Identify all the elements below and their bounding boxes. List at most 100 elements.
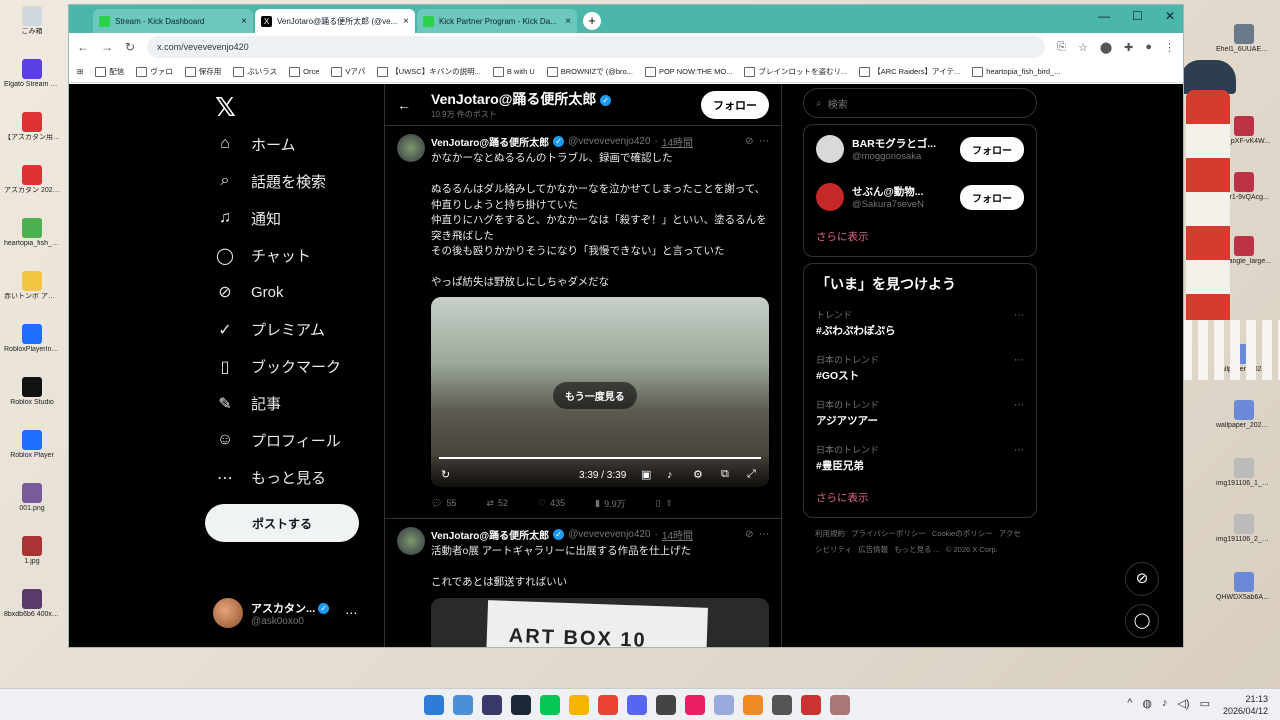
- trend-item[interactable]: 日本のトレンド #GOスト ⋯: [816, 347, 1024, 392]
- chevron-up-icon[interactable]: ^: [1127, 697, 1132, 710]
- footer-link[interactable]: プライバシーポリシー: [851, 529, 926, 538]
- nav-item[interactable]: ⌂ ホーム: [215, 134, 295, 155]
- x-logo-icon[interactable]: 𝕏: [215, 92, 236, 123]
- grok-icon[interactable]: ⊘ ⋯: [745, 529, 769, 540]
- fullscreen-icon[interactable]: ⤢: [747, 468, 756, 481]
- nav-item[interactable]: ⊘ Grok: [215, 282, 283, 302]
- desktop-icon[interactable]: Roblox Studio: [4, 377, 60, 407]
- taskbar-app-icon[interactable]: [598, 695, 618, 715]
- taskbar-app-icon[interactable]: [772, 695, 792, 715]
- avatar[interactable]: [816, 135, 844, 163]
- taskbar-app-icon[interactable]: [482, 695, 502, 715]
- captions-icon[interactable]: ▣: [641, 468, 651, 481]
- apps-icon[interactable]: ⊞: [77, 67, 83, 76]
- menu-icon[interactable]: ⋮: [1164, 41, 1175, 54]
- desktop-icon[interactable]: アスカタン 2024年12月ロ ギラバルム...: [4, 165, 60, 195]
- footer-link[interactable]: もっと見る ...: [894, 545, 940, 554]
- footer-link[interactable]: 利用規約: [815, 529, 845, 538]
- tab-kick-dashboard[interactable]: Stream - Kick Dashboard ×: [93, 9, 253, 33]
- tab-kick-partner[interactable]: Kick Partner Program - Kick Da... ×: [417, 9, 577, 33]
- bookmark-item[interactable]: 保存用: [185, 66, 222, 77]
- desktop-icon[interactable]: heartopia_fish_b...: [4, 218, 60, 248]
- desktop-icon[interactable]: 1.jpg: [4, 536, 60, 566]
- post-author[interactable]: VenJotaro@踊る便所太郎: [431, 527, 549, 542]
- trend-item[interactable]: トレンド #ぷわぷわぽぷら ⋯: [816, 302, 1024, 347]
- post[interactable]: VenJotaro@踊る便所太郎 ✓ @vevevevenjo420 · 14時…: [385, 519, 781, 647]
- like-button[interactable]: ♡ 435: [538, 497, 565, 510]
- trends-show-more[interactable]: さらに表示: [816, 482, 1024, 517]
- tab-x-profile[interactable]: X VenJotaro@踊る便所太郎 (@ve... ×: [255, 9, 415, 33]
- close-icon[interactable]: ×: [403, 16, 409, 27]
- search-input[interactable]: ⌕ 検索: [803, 88, 1037, 118]
- views-button[interactable]: ▮ 9.9万: [595, 497, 625, 510]
- taskbar-app-icon[interactable]: [656, 695, 676, 715]
- avatar[interactable]: [397, 526, 425, 555]
- post-author[interactable]: VenJotaro@踊る便所太郎: [431, 134, 549, 149]
- more-icon[interactable]: ⋯: [1014, 445, 1024, 456]
- settings-icon[interactable]: ⚙: [693, 468, 703, 481]
- follow-button[interactable]: フォロー: [701, 90, 769, 119]
- taskbar-app-icon[interactable]: [801, 695, 821, 715]
- bookmark-item[interactable]: 【ARC Raiders】アイテ...: [859, 66, 960, 77]
- extension-icon[interactable]: ⬤: [1100, 41, 1112, 54]
- more-icon[interactable]: ⋯: [1014, 400, 1024, 411]
- desktop-icon[interactable]: img191106_1_20...: [1216, 458, 1272, 488]
- taskbar-app-icon[interactable]: [830, 695, 850, 715]
- trend-item[interactable]: 日本のトレンド アジアツアー ⋯: [816, 392, 1024, 437]
- bookmark-item[interactable]: ぶいラス: [233, 66, 277, 77]
- account-switcher[interactable]: アスカタン... ✓ @ask0oxo0 ⋯: [213, 598, 357, 628]
- taskbar-app-icon[interactable]: [685, 695, 705, 715]
- install-icon[interactable]: ⎘: [1057, 41, 1066, 54]
- battery-icon[interactable]: ▭: [1200, 697, 1210, 710]
- reply-button[interactable]: 💬︎ 55: [431, 497, 456, 510]
- taskbar-app-icon[interactable]: [569, 695, 589, 715]
- more-icon[interactable]: ⋯: [1014, 355, 1024, 366]
- close-window-icon[interactable]: ✕: [1165, 9, 1175, 23]
- grok-fab[interactable]: ⊘: [1125, 562, 1159, 596]
- close-icon[interactable]: ×: [565, 16, 571, 27]
- follow-button[interactable]: フォロー: [960, 136, 1024, 162]
- desktop-icon[interactable]: Elgato Stream Deck: [4, 59, 60, 89]
- post[interactable]: VenJotaro@踊る便所太郎 ✓ @vevevevenjo420 · 14時…: [385, 126, 781, 519]
- taskbar-app-icon[interactable]: [453, 695, 473, 715]
- more-icon[interactable]: ⋯: [1014, 310, 1024, 321]
- maximize-icon[interactable]: ☐: [1132, 9, 1143, 23]
- back-icon[interactable]: ←: [77, 40, 89, 54]
- taskbar-app-icon[interactable]: [627, 695, 647, 715]
- follow-suggestion[interactable]: BARモグラとゴ... @moggoriosaka フォロー: [816, 125, 1024, 173]
- bookmark-item[interactable]: Orce: [289, 67, 319, 77]
- pip-icon[interactable]: ⧉: [721, 468, 729, 481]
- speaker-icon[interactable]: ◁): [1177, 697, 1189, 710]
- taskbar-app-icon[interactable]: [511, 695, 531, 715]
- forward-icon[interactable]: →: [101, 40, 113, 54]
- bookmark-item[interactable]: B with U: [493, 67, 535, 77]
- profile-icon[interactable]: ●: [1145, 41, 1152, 54]
- video-player[interactable]: もう一度見る ↻ 3:39 / 3:39 ▣ ♪ ⚙ ⧉ ⤢: [431, 296, 769, 487]
- puzzle-icon[interactable]: ✚: [1124, 41, 1133, 54]
- bookmark-item[interactable]: heartopia_fish_bird_...: [972, 67, 1060, 77]
- post-handle[interactable]: @vevevevenjo420: [568, 529, 650, 540]
- star-icon[interactable]: ☆: [1078, 41, 1088, 54]
- desktop-icon[interactable]: wallpaper_20250...: [1216, 400, 1272, 430]
- bookmark-item[interactable]: 【UWSC】キバンの説明...: [377, 66, 481, 77]
- bookmark-item[interactable]: POP NOW:THE MO...: [645, 67, 732, 77]
- nav-item[interactable]: ⋯ もっと見る: [215, 467, 326, 488]
- avatar[interactable]: [397, 134, 425, 162]
- bookmark-item[interactable]: ブレインロットを盗むリ...: [744, 66, 847, 77]
- footer-link[interactable]: 広告情報: [858, 545, 888, 554]
- post-time[interactable]: 14時間: [662, 134, 693, 149]
- post-handle[interactable]: @vevevevenjo420: [568, 136, 650, 147]
- taskbar-app-icon[interactable]: [714, 695, 734, 715]
- taskbar-app-icon[interactable]: [540, 695, 560, 715]
- desktop-icon[interactable]: img191106_2_20...: [1216, 514, 1272, 544]
- nav-item[interactable]: ✎ 記事: [215, 393, 281, 414]
- post-image[interactable]: ART BOX 10: [431, 598, 769, 647]
- video-progress[interactable]: [439, 456, 761, 459]
- nav-item[interactable]: ☺ プロフィール: [215, 430, 341, 451]
- url-field[interactable]: x.com/vevevevenjo420: [147, 36, 1046, 58]
- taskbar-app-icon[interactable]: [424, 695, 444, 715]
- bookmark-item[interactable]: Vアパ: [331, 66, 365, 77]
- mic-icon[interactable]: ♪: [1162, 697, 1168, 710]
- show-more-link[interactable]: さらに表示: [816, 221, 1024, 256]
- desktop-icon[interactable]: Roblox Player: [4, 430, 60, 460]
